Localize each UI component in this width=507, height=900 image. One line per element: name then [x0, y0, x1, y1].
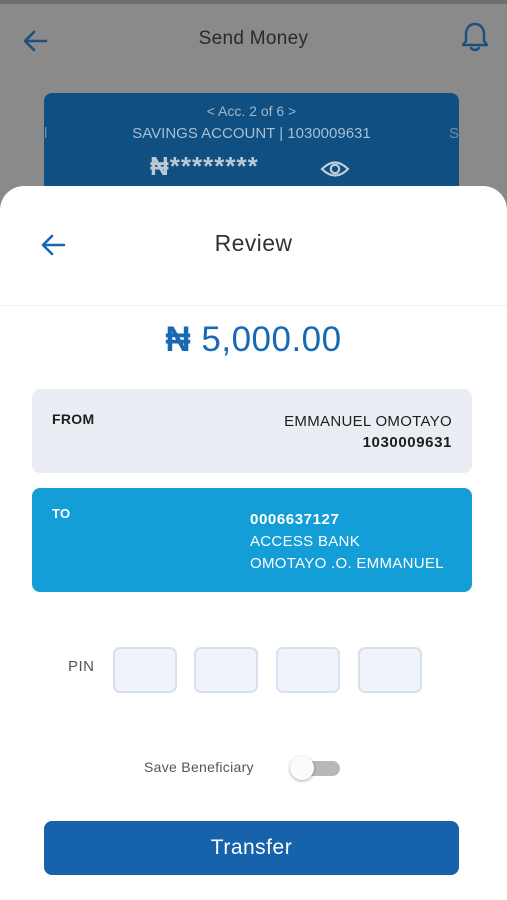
- transfer-amount: ₦ 5,000.00: [0, 320, 507, 360]
- from-account-box: FROM EMMANUEL OMOTAYO 1030009631: [32, 389, 472, 473]
- balance-currency: ₦: [150, 151, 170, 181]
- from-label: FROM: [52, 411, 95, 427]
- amount-currency: ₦: [165, 320, 192, 359]
- pin-label: PIN: [68, 658, 95, 675]
- sender-account-number: 1030009631: [362, 434, 452, 451]
- pin-digit-1[interactable]: [113, 647, 177, 693]
- to-label: TO: [52, 506, 71, 521]
- masked-balance: ₦********: [150, 151, 259, 182]
- save-beneficiary-toggle[interactable]: [290, 756, 342, 780]
- balance-mask: ********: [169, 151, 259, 181]
- bottom-strip: [0, 890, 507, 900]
- review-sheet: Review ₦ 5,000.00 FROM EMMANUEL OMOTAYO …: [0, 186, 507, 900]
- toggle-knob: [290, 756, 314, 780]
- beneficiary-bank: ACCESS BANK: [250, 533, 360, 550]
- pin-digit-2[interactable]: [194, 647, 258, 693]
- page-title: Send Money: [198, 28, 309, 49]
- beneficiary-account-number: 0006637127: [250, 511, 340, 528]
- beneficiary-name: OMOTAYO .O. EMMANUEL: [250, 555, 444, 572]
- account-nav[interactable]: < Acc. 2 of 6 >: [44, 103, 459, 119]
- transfer-button[interactable]: Transfer: [44, 821, 459, 875]
- next-card-edge: S: [448, 125, 459, 142]
- to-account-box: TO 0006637127 ACCESS BANK OMOTAYO .O. EM…: [32, 488, 472, 592]
- beneficiary-details: 0006637127 ACCESS BANK OMOTAYO .O. EMMAN…: [250, 509, 444, 575]
- review-header: Review: [0, 186, 507, 306]
- send-money-header: Send Money: [0, 4, 507, 74]
- amount-value: 5,000.00: [201, 320, 342, 359]
- review-title: Review: [214, 230, 293, 256]
- eye-icon[interactable]: [320, 158, 350, 180]
- pin-digit-4[interactable]: [358, 647, 422, 693]
- bell-icon[interactable]: [459, 20, 491, 54]
- account-line: SAVINGS ACCOUNT | 1030009631: [132, 125, 371, 142]
- sender-name: EMMANUEL OMOTAYO: [284, 413, 452, 430]
- pin-digit-3[interactable]: [276, 647, 340, 693]
- save-beneficiary-label: Save Beneficiary: [144, 759, 254, 775]
